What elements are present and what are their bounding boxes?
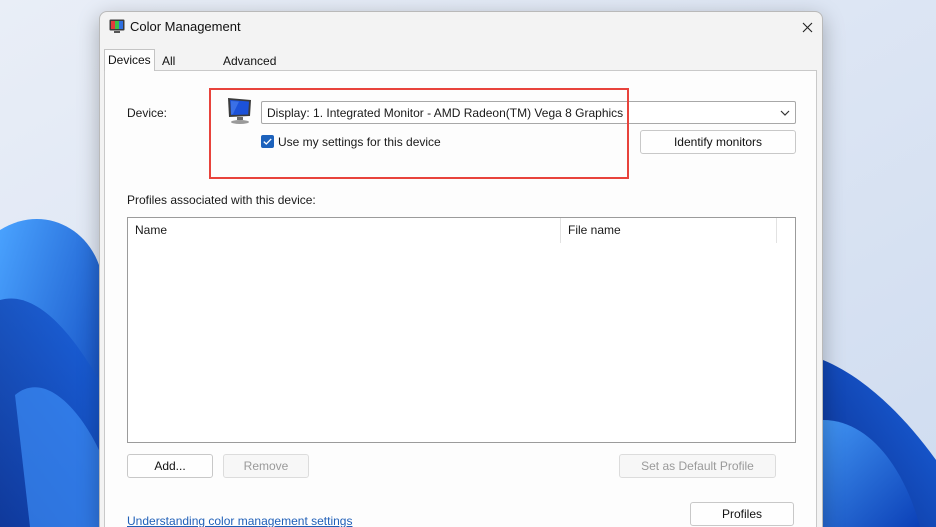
title-bar[interactable]: Color Management (100, 12, 822, 42)
tab-devices[interactable]: Devices (104, 49, 155, 71)
profiles-button[interactable]: Profiles (690, 502, 794, 526)
add-button[interactable]: Add... (127, 454, 213, 478)
chevron-down-icon (780, 110, 790, 116)
close-icon (802, 22, 812, 32)
understanding-color-management-link[interactable]: Understanding color management settings (127, 514, 352, 527)
device-dropdown-value: Display: 1. Integrated Monitor - AMD Rad… (267, 106, 624, 120)
color-management-icon (109, 19, 125, 33)
profiles-table[interactable]: Name File name (127, 217, 796, 443)
devices-panel: Device: Display: 1. Integrated Monitor -… (104, 70, 817, 527)
checkmark-icon (263, 138, 272, 145)
set-default-profile-button[interactable]: Set as Default Profile (619, 454, 776, 478)
monitor-icon (228, 98, 251, 124)
color-management-window: Color Management Devices All Profiles Ad… (99, 11, 823, 527)
column-header-file-name[interactable]: File name (561, 218, 777, 243)
window-title: Color Management (130, 19, 241, 34)
tab-advanced[interactable]: Advanced (220, 52, 279, 71)
close-button[interactable] (792, 12, 822, 42)
use-my-settings-checkbox[interactable] (261, 135, 274, 148)
device-dropdown[interactable]: Display: 1. Integrated Monitor - AMD Rad… (261, 101, 796, 124)
profiles-label: Profiles associated with this device: (127, 193, 316, 207)
identify-monitors-button[interactable]: Identify monitors (640, 130, 796, 154)
remove-button[interactable]: Remove (223, 454, 309, 478)
column-header-name[interactable]: Name (128, 218, 561, 243)
tab-all-profiles[interactable]: All Profiles (159, 52, 205, 86)
use-my-settings-label: Use my settings for this device (278, 135, 441, 149)
device-label: Device: (127, 106, 168, 120)
